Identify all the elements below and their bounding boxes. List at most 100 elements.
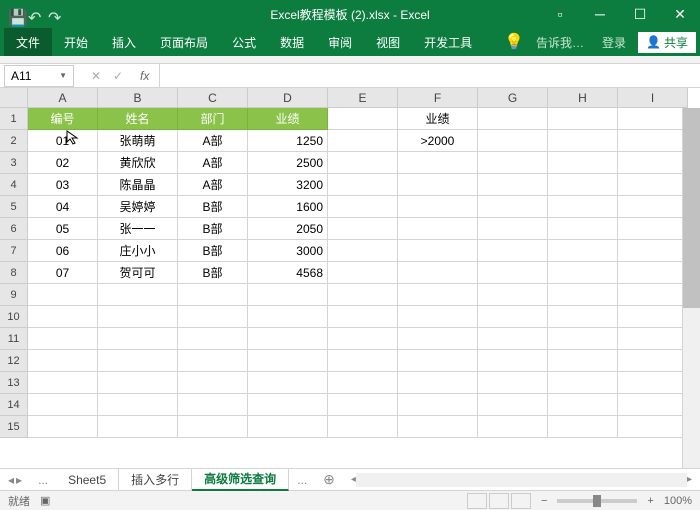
cell-H8[interactable] <box>548 262 618 284</box>
cell-E5[interactable] <box>328 196 398 218</box>
share-button[interactable]: 👤 共享 <box>638 32 696 53</box>
col-header-I[interactable]: I <box>618 88 688 108</box>
cell-A6[interactable]: 05 <box>28 218 98 240</box>
tab-视图[interactable]: 视图 <box>364 28 412 56</box>
cell-A9[interactable] <box>28 284 98 306</box>
undo-icon[interactable]: ↶ <box>28 8 40 20</box>
cell-E1[interactable] <box>328 108 398 130</box>
cell-B8[interactable]: 贺可可 <box>98 262 178 284</box>
cell-D11[interactable] <box>248 328 328 350</box>
cell-G5[interactable] <box>478 196 548 218</box>
cell-A7[interactable]: 06 <box>28 240 98 262</box>
cell-F6[interactable] <box>398 218 478 240</box>
enter-formula-icon[interactable]: ✓ <box>110 69 126 83</box>
tab-next-icon[interactable]: ▸ <box>16 473 22 487</box>
cell-F3[interactable] <box>398 152 478 174</box>
cell-F7[interactable] <box>398 240 478 262</box>
cell-G8[interactable] <box>478 262 548 284</box>
zoom-slider[interactable] <box>557 499 637 503</box>
spreadsheet-grid[interactable]: ABCDEFGHI 123456789101112131415 编号姓名部门业绩… <box>0 88 700 468</box>
cell-C10[interactable] <box>178 306 248 328</box>
cell-I14[interactable] <box>618 394 688 416</box>
cell-I12[interactable] <box>618 350 688 372</box>
cell-G14[interactable] <box>478 394 548 416</box>
cell-C11[interactable] <box>178 328 248 350</box>
cell-E10[interactable] <box>328 306 398 328</box>
cell-I5[interactable] <box>618 196 688 218</box>
cell-C8[interactable]: B部 <box>178 262 248 284</box>
col-header-E[interactable]: E <box>328 88 398 108</box>
cell-C5[interactable]: B部 <box>178 196 248 218</box>
login-link[interactable]: 登录 <box>596 34 632 51</box>
row-header-6[interactable]: 6 <box>0 218 28 240</box>
tab-审阅[interactable]: 审阅 <box>316 28 364 56</box>
row-header-9[interactable]: 9 <box>0 284 28 306</box>
zoom-level[interactable]: 100% <box>664 495 692 507</box>
cell-C9[interactable] <box>178 284 248 306</box>
col-header-B[interactable]: B <box>98 88 178 108</box>
name-box[interactable]: A11 ▼ <box>4 65 74 87</box>
tab-数据[interactable]: 数据 <box>268 28 316 56</box>
cell-C14[interactable] <box>178 394 248 416</box>
row-header-14[interactable]: 14 <box>0 394 28 416</box>
col-header-H[interactable]: H <box>548 88 618 108</box>
cell-A8[interactable]: 07 <box>28 262 98 284</box>
cell-E12[interactable] <box>328 350 398 372</box>
cell-D13[interactable] <box>248 372 328 394</box>
cell-B11[interactable] <box>98 328 178 350</box>
col-header-C[interactable]: C <box>178 88 248 108</box>
cell-G10[interactable] <box>478 306 548 328</box>
cell-D8[interactable]: 4568 <box>248 262 328 284</box>
sheet-tab-高级筛选查询[interactable]: 高级筛选查询 <box>192 469 289 491</box>
cell-G15[interactable] <box>478 416 548 438</box>
cell-D3[interactable]: 2500 <box>248 152 328 174</box>
cell-H14[interactable] <box>548 394 618 416</box>
tab-开始[interactable]: 开始 <box>52 28 100 56</box>
row-header-4[interactable]: 4 <box>0 174 28 196</box>
scroll-right-icon[interactable]: ▸ <box>687 474 692 485</box>
scrollbar-thumb[interactable] <box>683 108 700 308</box>
horizontal-scrollbar[interactable]: ◂ ▸ <box>351 473 692 487</box>
ribbon-options-icon[interactable]: ▫ <box>540 0 580 28</box>
cell-E3[interactable] <box>328 152 398 174</box>
cell-I1[interactable] <box>618 108 688 130</box>
cell-B10[interactable] <box>98 306 178 328</box>
row-header-10[interactable]: 10 <box>0 306 28 328</box>
cell-C2[interactable]: A部 <box>178 130 248 152</box>
cell-B12[interactable] <box>98 350 178 372</box>
tab-prev-icon[interactable]: ◂ <box>8 473 14 487</box>
cell-A4[interactable]: 03 <box>28 174 98 196</box>
cell-I13[interactable] <box>618 372 688 394</box>
cell-A1[interactable]: 编号 <box>28 108 98 130</box>
cell-A11[interactable] <box>28 328 98 350</box>
minimize-button[interactable]: ─ <box>580 0 620 28</box>
cell-I6[interactable] <box>618 218 688 240</box>
cell-A13[interactable] <box>28 372 98 394</box>
cell-I3[interactable] <box>618 152 688 174</box>
view-page-break-button[interactable] <box>511 493 531 509</box>
cell-H13[interactable] <box>548 372 618 394</box>
maximize-button[interactable]: ☐ <box>620 0 660 28</box>
tab-页面布局[interactable]: 页面布局 <box>148 28 220 56</box>
cell-I9[interactable] <box>618 284 688 306</box>
cell-A12[interactable] <box>28 350 98 372</box>
cell-F8[interactable] <box>398 262 478 284</box>
row-header-13[interactable]: 13 <box>0 372 28 394</box>
select-all-corner[interactable] <box>0 88 28 108</box>
cell-E14[interactable] <box>328 394 398 416</box>
row-header-5[interactable]: 5 <box>0 196 28 218</box>
cell-D7[interactable]: 3000 <box>248 240 328 262</box>
cell-B5[interactable]: 吴婷婷 <box>98 196 178 218</box>
cell-E11[interactable] <box>328 328 398 350</box>
cell-H15[interactable] <box>548 416 618 438</box>
cell-G11[interactable] <box>478 328 548 350</box>
cell-I11[interactable] <box>618 328 688 350</box>
cell-D12[interactable] <box>248 350 328 372</box>
cell-C1[interactable]: 部门 <box>178 108 248 130</box>
cell-C3[interactable]: A部 <box>178 152 248 174</box>
row-header-1[interactable]: 1 <box>0 108 28 130</box>
cell-A5[interactable]: 04 <box>28 196 98 218</box>
vertical-scrollbar[interactable] <box>682 108 700 468</box>
cell-F11[interactable] <box>398 328 478 350</box>
cell-H7[interactable] <box>548 240 618 262</box>
